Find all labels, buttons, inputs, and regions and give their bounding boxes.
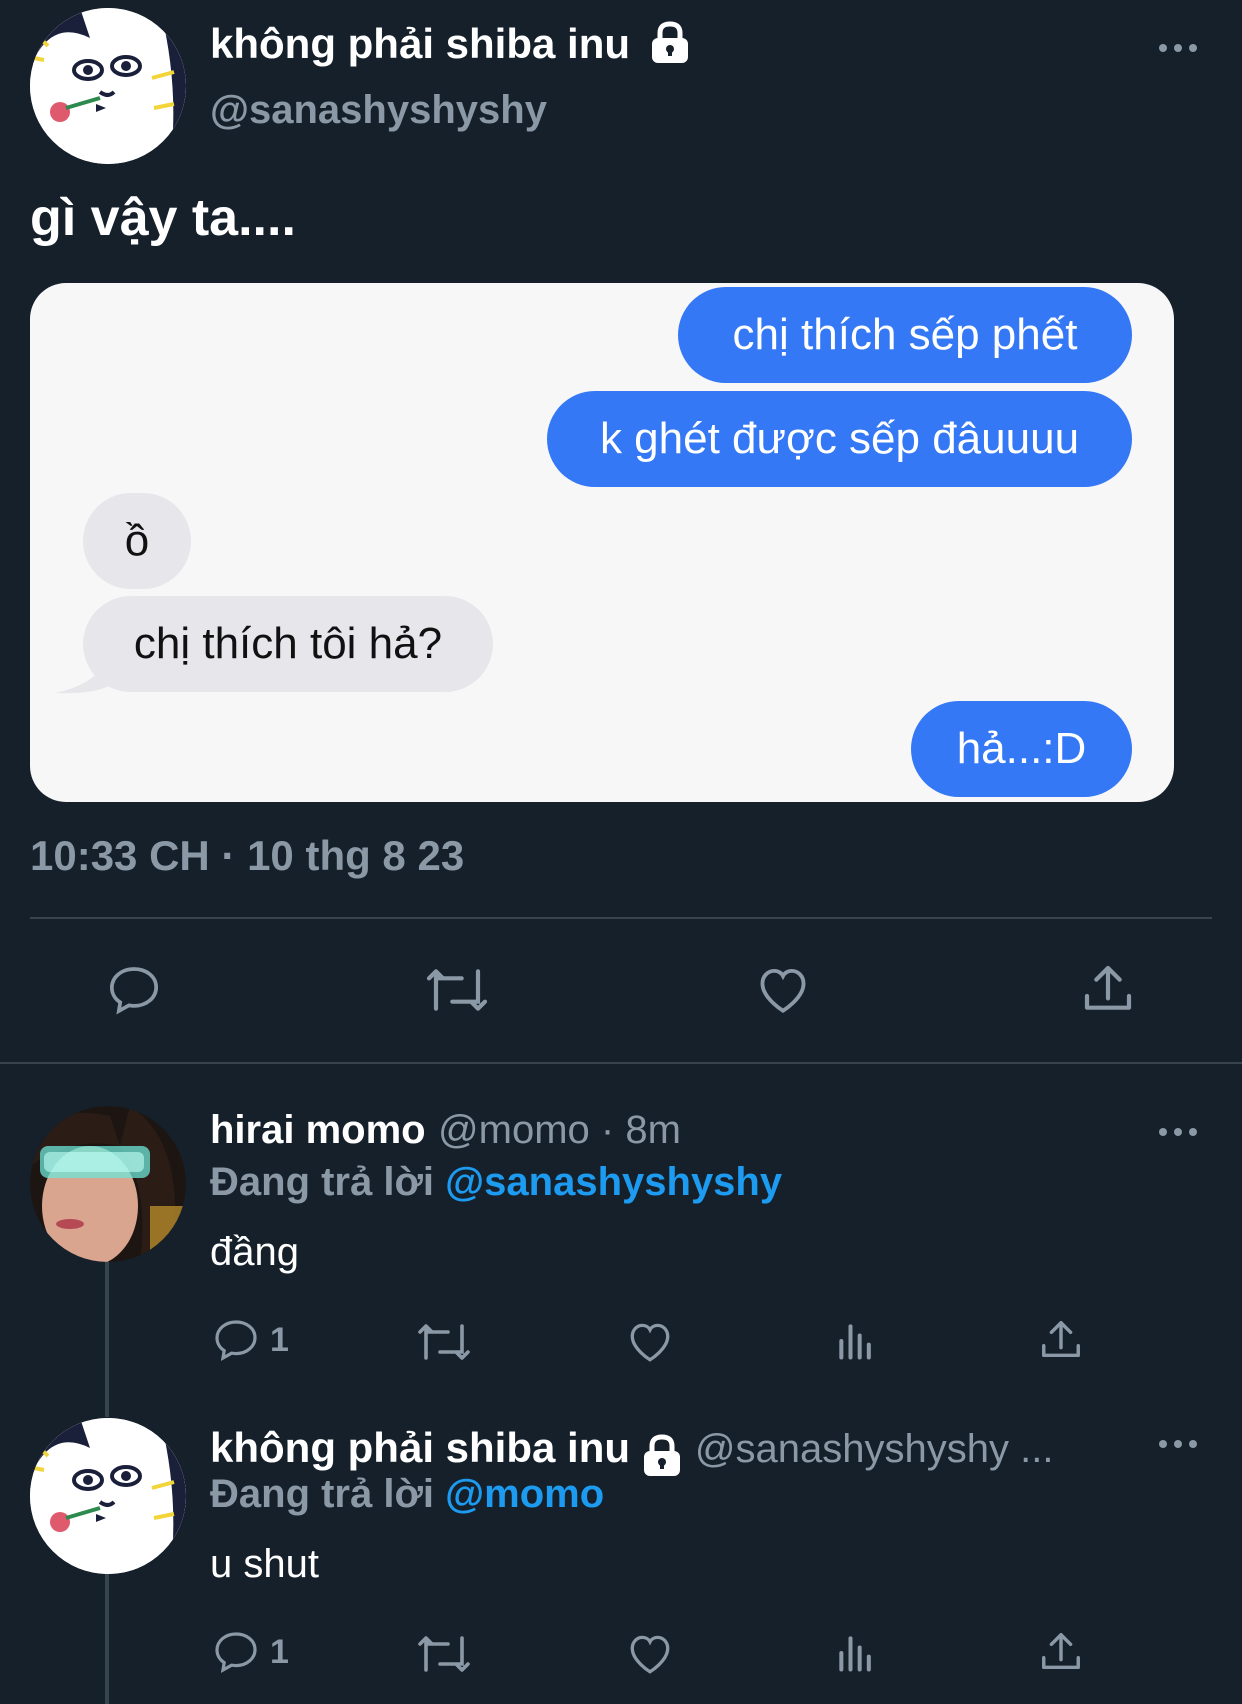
replying-to-line: Đang trả lời @sanashyshyshy [210,1160,782,1205]
share-icon[interactable] [1080,960,1136,1018]
message-bubble-incoming: chị thích tôi hả? [83,596,493,692]
reply-icon[interactable] [106,962,162,1018]
message-bubble-outgoing: k ghét được sếp đâuuuu [547,391,1132,487]
more-horizontal-icon[interactable] [1158,1122,1198,1147]
message-bubble-outgoing: hả...:D [911,701,1132,797]
lock-icon [650,21,690,73]
analytics-icon[interactable] [834,1630,878,1676]
author-handle[interactable]: @sanashyshyshy [210,88,547,133]
reply-text: u shut [210,1542,319,1586]
replying-to-mention[interactable]: @sanashyshyshy [445,1160,782,1204]
message-bubble-incoming: ồ [83,493,191,589]
like-icon[interactable] [625,1628,675,1678]
profile-photo-image [30,1106,186,1262]
reply-meta[interactable]: @momo · 8m [438,1108,681,1152]
reply-avatar[interactable] [30,1106,186,1262]
share-icon[interactable] [1038,1316,1084,1364]
reply-meta[interactable]: @sanashyshyshy ... [695,1427,1054,1471]
reply-avatar[interactable] [30,1418,186,1574]
cat-avatar-image [30,8,186,164]
reply-count: 1 [270,1632,289,1671]
lock-icon [642,1434,682,1481]
thread-connector-line [105,1574,109,1704]
replying-to-prefix: Đang trả lời [210,1160,435,1204]
share-icon[interactable] [1038,1628,1084,1676]
reply-button[interactable]: 1 [212,1316,289,1364]
replying-to-prefix: Đang trả lời [210,1472,435,1516]
tweet-text: gì vậy ta.... [30,189,296,247]
tweet-timestamp[interactable]: 10:33 CH · 10 thg 8 23 [30,832,464,880]
bubble-tail [55,643,115,694]
like-icon[interactable] [625,1316,675,1366]
attached-image[interactable]: chị thích sếp phết k ghét được sếp đâuuu… [30,283,1174,802]
replying-to-mention[interactable]: @momo [445,1472,604,1516]
reply-icon [215,1632,257,1674]
replying-to-line: Đang trả lời @momo [210,1472,604,1517]
divider [0,1062,1242,1064]
author-name-row[interactable]: không phải shiba inu [210,20,690,73]
tweet-thread-view: không phải shiba inu @sanashyshyshy gì v… [0,0,1242,1704]
retweet-icon[interactable] [424,962,490,1018]
reply-author-name[interactable]: hirai momo [210,1108,426,1152]
like-icon[interactable] [754,960,812,1018]
author-avatar[interactable] [30,8,186,164]
reply-icon [215,1320,257,1362]
analytics-icon[interactable] [834,1318,878,1364]
cat-avatar-image [30,1418,186,1574]
divider [30,917,1212,919]
reply-count: 1 [270,1320,289,1359]
thread-connector-line [105,1262,109,1417]
retweet-icon[interactable] [416,1630,472,1678]
retweet-icon[interactable] [416,1318,472,1366]
author-display-name[interactable]: không phải shiba inu [210,20,630,67]
message-bubble-outgoing: chị thích sếp phết [678,287,1132,383]
reply-author-name[interactable]: không phải shiba inu [210,1424,630,1471]
more-horizontal-icon[interactable] [1158,38,1198,63]
reply-button[interactable]: 1 [212,1628,289,1676]
reply-header: hirai momo @momo · 8m [210,1108,681,1153]
more-horizontal-icon[interactable] [1158,1434,1198,1459]
reply-text: đầng [210,1230,299,1274]
